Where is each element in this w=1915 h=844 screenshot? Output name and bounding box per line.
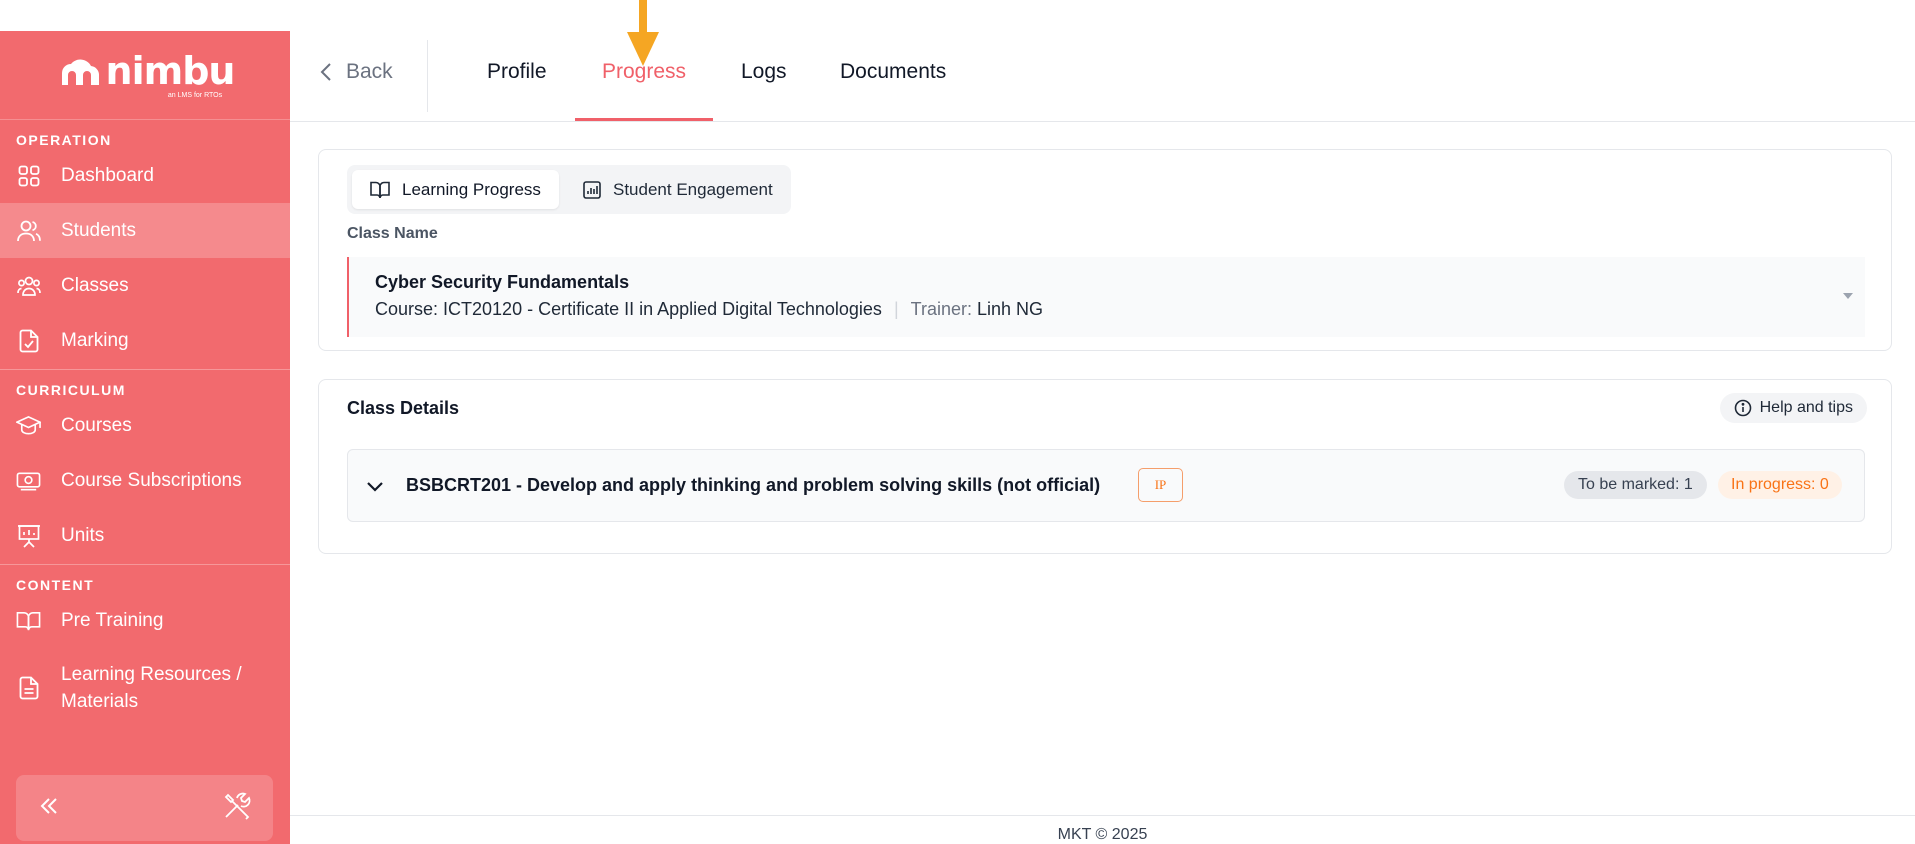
trainer-label: Trainer:	[910, 299, 972, 319]
arrow-down-icon	[627, 0, 659, 66]
class-details-title: Class Details	[347, 398, 460, 418]
learning-progress-tab[interactable]: Learning Progress	[352, 170, 559, 209]
header-divider	[427, 40, 428, 112]
sidebar-item-dashboard[interactable]: Dashboard	[0, 148, 290, 203]
sidebar-item-label: Course Subscriptions	[61, 469, 242, 491]
section-label-content: CONTENT	[16, 577, 95, 593]
tab-logs[interactable]: Logs	[741, 60, 787, 84]
class-meta: Course: ICT20120 - Certificate II in App…	[375, 299, 1043, 320]
section-label-operation: OPERATION	[16, 132, 112, 148]
unit-title: BSBCRT201 - Develop and apply thinking a…	[406, 475, 1101, 495]
page-header: Back Profile Progress Logs Documents	[290, 0, 1915, 122]
sidebar-item-classes[interactable]: Classes	[0, 258, 290, 313]
progress-view-toggle: Learning Progress Student Engagement	[347, 165, 791, 214]
sidebar-item-course-subscriptions[interactable]: Course Subscriptions	[0, 453, 290, 508]
section-label-curriculum: CURRICULUM	[16, 382, 126, 398]
sidebar-item-pre-training[interactable]: Pre Training	[0, 593, 290, 648]
sidebar-item-label: Pre Training	[61, 609, 164, 631]
help-and-tips-button[interactable]: Help and tips	[1719, 393, 1867, 423]
class-details-card: Class Details Help and tips BSBCRT201 - …	[318, 379, 1892, 554]
learning-progress-label: Learning Progress	[402, 179, 541, 199]
sidebar-footer	[16, 775, 273, 841]
sidebar-item-label: Students	[61, 219, 136, 241]
student-engagement-label: Student Engagement	[613, 179, 773, 199]
file-check-icon	[16, 328, 41, 353]
users-icon	[16, 218, 41, 243]
back-button[interactable]: Back	[320, 60, 393, 84]
status-badge: IP	[1138, 468, 1183, 502]
sidebar-item-courses[interactable]: Courses	[0, 398, 290, 453]
trainer-name: Linh NG	[977, 299, 1044, 319]
document-icon	[16, 676, 41, 701]
cloud-logo-icon	[61, 59, 99, 85]
tab-documents[interactable]: Documents	[840, 60, 946, 84]
subscription-icon	[16, 468, 41, 493]
meta-separator: |	[893, 299, 899, 319]
unit-row[interactable]: BSBCRT201 - Develop and apply thinking a…	[347, 449, 1865, 522]
sidebar-item-units[interactable]: Units	[0, 508, 290, 563]
sidebar: nimbu an LMS for RTOs OPERATION Dashboar…	[0, 31, 290, 844]
help-label: Help and tips	[1759, 399, 1853, 416]
course-text: Course: ICT20120 - Certificate II in App…	[375, 299, 882, 319]
sidebar-item-label: Learning Resources / Materials	[61, 664, 242, 712]
chevron-left-icon	[320, 63, 331, 81]
sidebar-item-label: Dashboard	[61, 164, 154, 186]
tools-icon[interactable]	[223, 792, 251, 825]
book-open-icon	[16, 608, 41, 633]
sidebar-item-label: Courses	[61, 414, 132, 436]
brand-name: nimbu	[105, 48, 236, 93]
sidebar-item-label: Units	[61, 524, 105, 546]
class-select[interactable]: Cyber Security Fundamentals Course: ICT2…	[347, 257, 1865, 337]
bar-chart-icon	[583, 180, 601, 199]
presentation-icon	[16, 523, 41, 548]
class-title: Cyber Security Fundamentals	[375, 272, 630, 292]
footer-text: MKT © 2025	[1057, 826, 1148, 843]
sidebar-item-label: Marking	[61, 329, 129, 351]
active-tab-indicator	[575, 118, 713, 121]
class-name-label: Class Name	[347, 225, 438, 242]
graduation-cap-icon	[16, 413, 41, 438]
class-selector-card: Learning Progress Student Engagement Cla…	[318, 149, 1892, 351]
student-engagement-tab[interactable]: Student Engagement	[565, 170, 791, 209]
collapse-sidebar-icon[interactable]	[38, 796, 60, 821]
sidebar-item-marking[interactable]: Marking	[0, 313, 290, 368]
group-icon	[16, 273, 41, 298]
chevron-down-icon[interactable]	[366, 476, 384, 496]
info-icon	[1734, 399, 1751, 417]
brand-tagline: an LMS for RTOs	[167, 91, 223, 99]
sidebar-item-learning-resources[interactable]: Learning Resources / Materials	[0, 648, 290, 728]
page-footer: MKT © 2025	[290, 815, 1915, 844]
app-root: nimbu an LMS for RTOs OPERATION Dashboar…	[0, 0, 1915, 844]
sidebar-item-label: Classes	[61, 274, 129, 296]
brand-logo[interactable]: nimbu an LMS for RTOs	[0, 31, 290, 120]
in-progress-badge: In progress: 0	[1718, 471, 1842, 499]
to-be-marked-badge: To be marked: 1	[1564, 471, 1707, 499]
caret-down-icon	[1843, 293, 1853, 299]
sidebar-item-students[interactable]: Students	[0, 203, 290, 258]
back-label: Back	[346, 60, 393, 83]
dashboard-grid-icon	[16, 163, 41, 188]
tab-profile[interactable]: Profile	[487, 60, 547, 84]
book-icon	[370, 181, 390, 198]
